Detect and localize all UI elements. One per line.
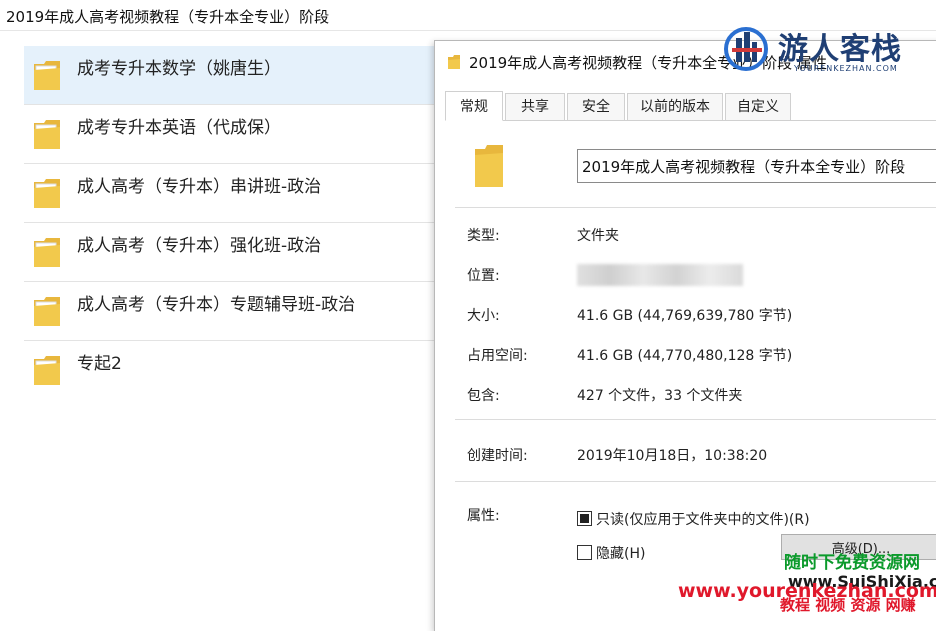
folder-label: 成人高考（专升本）专题辅导班-政治 bbox=[77, 295, 356, 315]
attributes-label: 属性: bbox=[467, 508, 500, 524]
folder-icon bbox=[34, 356, 60, 385]
folder-label: 成考专升本数学（姚唐生） bbox=[77, 59, 281, 79]
watermark-line-4: 教程 视频 资源 网赚 bbox=[780, 596, 916, 614]
type-label: 类型: bbox=[467, 228, 500, 244]
hidden-checkbox[interactable]: 隐藏(H) bbox=[577, 543, 645, 563]
created-value: 2019年10月18日，10:38:20 bbox=[577, 448, 768, 464]
contains-label: 包含: bbox=[467, 388, 500, 404]
contains-value: 427 个文件，33 个文件夹 bbox=[577, 388, 743, 404]
folder-label: 成考专升本英语（代成保） bbox=[77, 118, 281, 138]
divider bbox=[455, 207, 936, 208]
disk-size-value: 41.6 GB (44,770,480,128 字节) bbox=[577, 348, 793, 364]
folder-icon bbox=[475, 145, 503, 187]
watermark-logo: 游人客栈 YOURENKEZHAN.COM bbox=[722, 24, 922, 80]
folder-item[interactable]: 专起2 bbox=[24, 341, 436, 399]
folder-icon bbox=[34, 120, 60, 149]
readonly-label: 只读(仅应用于文件夹中的文件)(R) bbox=[596, 512, 810, 528]
folder-icon bbox=[34, 297, 60, 326]
explorer-path-title: 2019年成人高考视频教程（专升本全专业）阶段 bbox=[6, 8, 330, 26]
properties-dialog: 2019年成人高考视频教程（专升本全专业）阶段 属性 常规 共享 安全 以前的版… bbox=[434, 40, 936, 631]
divider bbox=[455, 419, 936, 420]
folder-item[interactable]: 成人高考（专升本）强化班-政治 bbox=[24, 223, 436, 282]
folder-icon bbox=[448, 55, 460, 69]
folder-list: 成考专升本数学（姚唐生） 成考专升本英语（代成保） 成人高考（专升本）串讲班-政… bbox=[24, 46, 436, 399]
folder-name-input[interactable] bbox=[577, 149, 936, 183]
folder-label: 专起2 bbox=[77, 354, 122, 374]
tab-security[interactable]: 安全 bbox=[567, 93, 625, 120]
disk-size-label: 占用空间: bbox=[467, 348, 528, 364]
location-label: 位置: bbox=[467, 268, 500, 284]
folder-icon bbox=[34, 179, 60, 208]
size-label: 大小: bbox=[467, 308, 500, 324]
type-value: 文件夹 bbox=[577, 228, 619, 244]
watermark-line-1: 随时下免费资源网 bbox=[784, 553, 920, 573]
logo-mark-icon bbox=[724, 27, 768, 71]
size-value: 41.6 GB (44,769,639,780 字节) bbox=[577, 308, 793, 324]
folder-item[interactable]: 成考专升本数学（姚唐生） bbox=[24, 46, 436, 105]
location-value-redacted bbox=[577, 264, 743, 286]
checkbox-indeterminate-icon bbox=[577, 511, 592, 526]
tab-previous-versions[interactable]: 以前的版本 bbox=[627, 93, 723, 120]
hidden-label: 隐藏(H) bbox=[596, 546, 646, 562]
logo-subtext: YOURENKEZHAN.COM bbox=[794, 64, 898, 73]
folder-item[interactable]: 成人高考（专升本）串讲班-政治 bbox=[24, 164, 436, 223]
folder-item[interactable]: 成人高考（专升本）专题辅导班-政治 bbox=[24, 282, 436, 341]
created-label: 创建时间: bbox=[467, 448, 528, 464]
checkbox-unchecked-icon bbox=[577, 545, 592, 560]
logo-text: 游人客栈 bbox=[778, 32, 902, 67]
folder-label: 成人高考（专升本）强化班-政治 bbox=[77, 236, 322, 256]
readonly-checkbox[interactable]: 只读(仅应用于文件夹中的文件)(R) bbox=[577, 509, 810, 529]
tab-bar: 常规 共享 安全 以前的版本 自定义 bbox=[445, 91, 936, 121]
folder-icon bbox=[34, 61, 60, 90]
folder-label: 成人高考（专升本）串讲班-政治 bbox=[77, 177, 322, 197]
divider bbox=[455, 481, 936, 482]
folder-item[interactable]: 成考专升本英语（代成保） bbox=[24, 105, 436, 164]
folder-icon bbox=[34, 238, 60, 267]
tab-general[interactable]: 常规 bbox=[445, 91, 503, 121]
tab-sharing[interactable]: 共享 bbox=[505, 93, 565, 120]
tab-customize[interactable]: 自定义 bbox=[725, 93, 791, 120]
